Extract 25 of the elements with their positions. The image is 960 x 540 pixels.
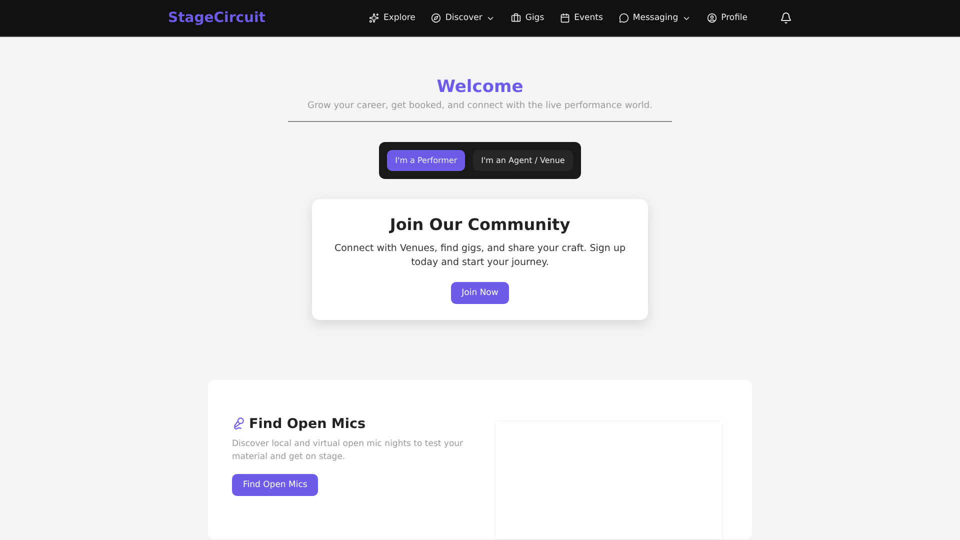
feature-title: Find Open Mics <box>249 416 366 432</box>
nav-link[interactable]: Profile <box>707 13 748 23</box>
welcome-title: Welcome <box>436 77 524 97</box>
nav-link[interactable]: Messaging <box>618 13 692 23</box>
nav-link[interactable]: Gigs <box>511 13 544 23</box>
brand-logo[interactable]: StageCircuit <box>168 10 266 26</box>
user-icon <box>707 13 718 23</box>
role-button[interactable]: I'm an Agent / Venue <box>473 150 573 171</box>
compass-icon <box>431 13 442 23</box>
role-button[interactable]: I'm a Performer <box>387 150 466 171</box>
find-open-mics-button[interactable]: Find Open Mics <box>232 474 318 496</box>
join-now-button[interactable]: Join Now <box>450 282 510 304</box>
nav-link[interactable]: Discover <box>431 13 496 23</box>
nav-link[interactable]: Explore <box>369 13 416 23</box>
sparkles-icon <box>369 13 380 23</box>
notification-bell-icon[interactable] <box>780 12 792 24</box>
briefcase-icon <box>511 13 522 23</box>
welcome-subtitle: Grow your career, get booked, and connect with the live performance world. <box>308 101 652 111</box>
calendar-icon <box>560 13 570 23</box>
feature-text: Discover local and virtual open mic nights to test your material and get on stage. <box>232 438 464 464</box>
nav-link[interactable]: Events <box>560 13 603 23</box>
community-title: Join Our Community <box>390 215 570 234</box>
message-icon <box>618 13 629 23</box>
community-text: Connect with Venues, find gigs, and share your craft. Sign up today and start your journey. <box>333 242 626 270</box>
microphone-icon <box>232 417 245 430</box>
